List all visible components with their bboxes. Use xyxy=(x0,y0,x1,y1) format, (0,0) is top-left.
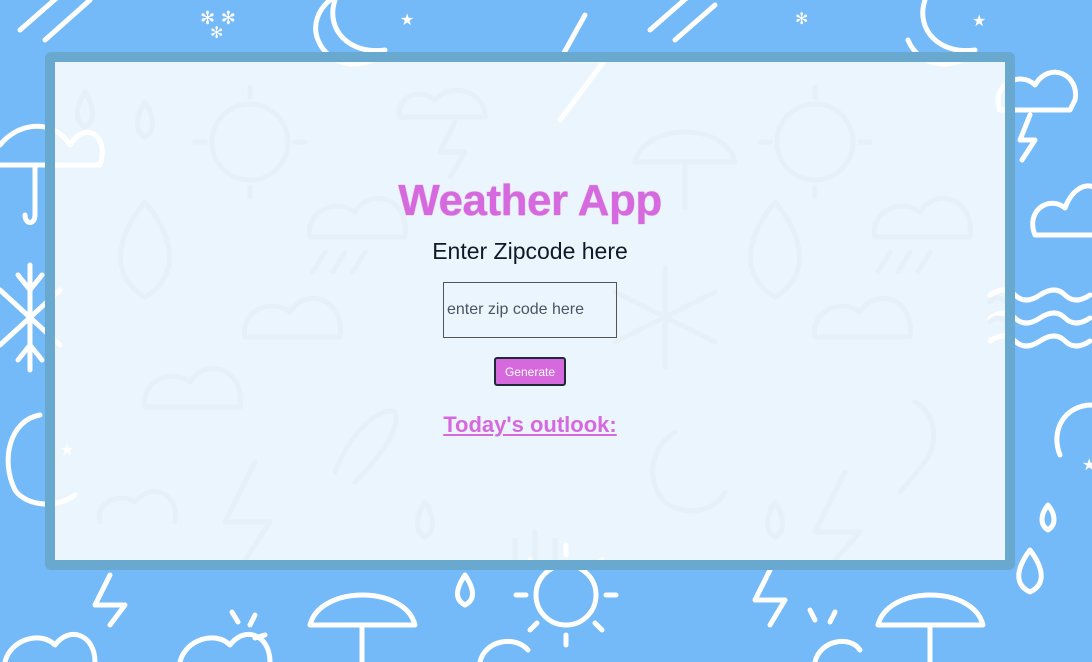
lightning-icon xyxy=(752,567,788,628)
rain-streaks-icon xyxy=(647,0,718,43)
rain-streaks-icon xyxy=(17,0,93,43)
app-frame: Weather App Enter Zipcode here Generate … xyxy=(45,52,1015,570)
sun-icon xyxy=(807,607,838,625)
umbrella-icon xyxy=(22,162,38,225)
umbrella-icon xyxy=(307,592,418,662)
cloud-icon xyxy=(2,632,98,662)
lightning-icon xyxy=(92,572,128,628)
umbrella-icon xyxy=(875,592,986,662)
star-icon: ★ xyxy=(1082,457,1092,474)
raindrop-icon xyxy=(1016,547,1044,595)
snowflake-icon: ✻ xyxy=(795,11,808,28)
app-panel: Weather App Enter Zipcode here Generate … xyxy=(55,62,1005,560)
cloud-icon xyxy=(812,639,863,662)
snowflake-icon: ✻ ✻ ✻ xyxy=(200,8,236,42)
generate-button[interactable]: Generate xyxy=(494,357,566,386)
star-icon: ★ xyxy=(972,13,986,30)
app-content: Weather App Enter Zipcode here Generate … xyxy=(55,62,1005,560)
zip-prompt-heading: Enter Zipcode here xyxy=(432,238,628,264)
sun-icon xyxy=(533,562,599,628)
cloud-icon xyxy=(1030,183,1092,238)
moon-icon xyxy=(1054,402,1092,458)
raindrop-icon xyxy=(455,572,475,608)
svg-text:✻: ✻ xyxy=(210,23,223,42)
star-icon: ★ xyxy=(400,12,414,29)
app-title: Weather App xyxy=(398,176,662,225)
todays-outlook-heading: Today's outlook: xyxy=(443,412,617,437)
cloud-icon xyxy=(477,639,531,662)
raindrop-icon xyxy=(1039,502,1057,533)
lightning-icon xyxy=(1017,112,1038,163)
zip-code-input[interactable] xyxy=(443,282,617,338)
